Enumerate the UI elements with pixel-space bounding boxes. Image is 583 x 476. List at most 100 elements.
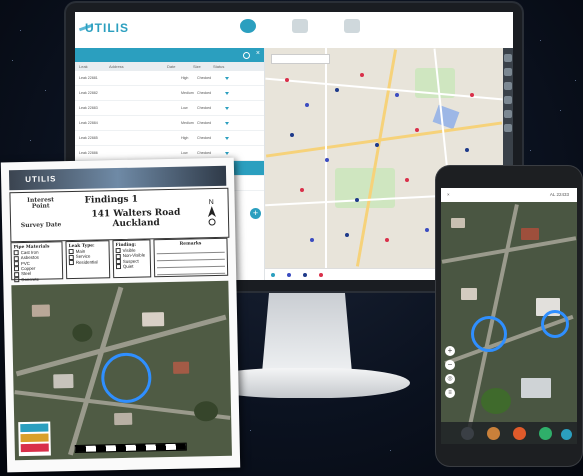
checklist-item: Quiet — [115, 263, 148, 270]
tab-settings[interactable] — [329, 16, 375, 46]
leak-size: Low — [181, 151, 188, 155]
print-icon[interactable] — [504, 110, 512, 118]
edit-icon[interactable] — [513, 427, 526, 440]
map-marker[interactable] — [335, 88, 339, 92]
add-button[interactable]: + — [250, 208, 261, 219]
locate-icon[interactable]: ◎ — [445, 374, 455, 384]
draw-icon[interactable] — [504, 96, 512, 104]
table-row[interactable]: Leak 22885 High Checked — [75, 131, 264, 146]
chevron-down-icon[interactable] — [225, 76, 229, 80]
zoom-in-button[interactable]: + — [445, 346, 455, 356]
table-row[interactable]: Leak 22881 High Checked — [75, 71, 264, 86]
layers-icon[interactable]: ≡ — [445, 388, 455, 398]
col-date[interactable]: Date — [163, 62, 189, 71]
map-marker[interactable] — [360, 73, 364, 77]
leak-status: Checked — [197, 76, 212, 80]
app-logo[interactable]: UTILIS — [85, 21, 129, 35]
hand-tool-icon[interactable] — [504, 54, 512, 62]
survey-date: Survey Date — [20, 221, 62, 230]
table-row[interactable]: Leak 22882 Medium Checked — [75, 86, 264, 101]
leak-size: Medium — [181, 121, 194, 125]
leak-status: Checked — [197, 91, 212, 95]
map-marker[interactable] — [345, 233, 349, 237]
settings-icon — [344, 19, 360, 33]
map-marker[interactable] — [325, 158, 329, 162]
tab-reports[interactable] — [277, 16, 323, 46]
top-tabs — [225, 16, 375, 46]
map-marker[interactable] — [290, 133, 294, 137]
leak-type-list: Leak Type: Main Service Residential — [65, 240, 111, 280]
chevron-down-icon[interactable] — [225, 91, 229, 95]
leak-id: Leak 22884 — [79, 121, 98, 125]
leak-location-circle — [100, 352, 152, 404]
col-size[interactable]: Size — [189, 62, 209, 71]
phone-top-bar: × AL 22433 — [441, 188, 577, 202]
map-marker[interactable] — [425, 228, 429, 232]
chevron-down-icon[interactable] — [225, 151, 229, 155]
chevron-down-icon[interactable] — [225, 136, 229, 140]
leak-status: Checked — [197, 151, 212, 155]
info-icon[interactable] — [561, 429, 572, 440]
map-marker[interactable] — [355, 198, 359, 202]
map-marker[interactable] — [310, 238, 314, 242]
sheet-aerial-map — [11, 280, 232, 461]
close-icon[interactable]: × — [447, 188, 450, 202]
map-marker[interactable] — [375, 143, 379, 147]
export-icon[interactable] — [504, 124, 512, 132]
chevron-down-icon[interactable] — [225, 121, 229, 125]
finding-address: 141 Walters Road Auckland — [91, 207, 181, 230]
mobile-phone: × AL 22433 + − ◎ ≡ — [436, 166, 582, 466]
table-row[interactable]: Leak 22883 Low Checked — [75, 101, 264, 116]
map-marker[interactable] — [385, 238, 389, 242]
grid-icon[interactable] — [461, 427, 474, 440]
tool-icon[interactable] — [487, 427, 500, 440]
phone-bottom-bar — [441, 422, 577, 444]
leak-id: Leak 22881 — [79, 76, 98, 80]
map-marker[interactable] — [395, 93, 399, 97]
leak-location-circle[interactable] — [541, 310, 569, 338]
leak-size: High — [181, 76, 189, 80]
checkbox-icon — [115, 264, 122, 270]
leak-location-circle[interactable] — [471, 316, 507, 352]
col-address[interactable]: Address — [105, 62, 163, 71]
close-icon[interactable]: × — [256, 50, 260, 58]
map-pin-icon — [240, 19, 256, 33]
sheet-header: Interest Point Survey Date Findings 1 14… — [9, 187, 230, 243]
map-marker[interactable] — [285, 78, 289, 82]
check-icon[interactable] — [539, 427, 552, 440]
interest-point: Interest Point — [27, 196, 55, 210]
layers-icon[interactable] — [504, 82, 512, 90]
chevron-down-icon[interactable] — [225, 106, 229, 110]
map-marker[interactable] — [300, 188, 304, 192]
leak-status: Checked — [197, 106, 212, 110]
monitor-stand-neck — [262, 291, 352, 373]
sheet-map-legend — [18, 421, 51, 457]
legend-swatch — [271, 272, 275, 277]
tab-map[interactable] — [225, 16, 271, 46]
map-marker[interactable] — [305, 103, 309, 107]
scale-bar — [74, 442, 187, 453]
map-marker[interactable] — [405, 178, 409, 182]
leak-status: Checked — [197, 121, 212, 125]
zoom-out-button[interactable]: − — [445, 360, 455, 370]
map-search-input[interactable] — [271, 54, 330, 64]
map-marker[interactable] — [470, 93, 474, 97]
col-leak[interactable]: Leak — [75, 62, 105, 71]
printed-findings-sheet: UTILIS Interest Point Survey Date Findin… — [0, 157, 241, 473]
leak-id: Leak 22886 — [79, 151, 98, 155]
finding-type-list: Finding: Visible Non-Visible Suspect Quiet — [112, 239, 152, 279]
phone-title: AL 22433 — [549, 192, 569, 197]
map-marker[interactable] — [465, 148, 469, 152]
map-marker[interactable] — [415, 128, 419, 132]
legend-swatch — [319, 272, 323, 277]
legend-swatch — [20, 423, 49, 433]
sheet-banner: UTILIS — [8, 165, 227, 191]
app-header: UTILIS — [75, 12, 513, 49]
checklist-item: Residential — [68, 259, 107, 266]
sheet-checklists: Pipe Materials Cast Iron Asbestos PVC Coppe… — [10, 237, 229, 283]
col-status[interactable]: Status — [209, 62, 235, 71]
leak-id: Leak 22885 — [79, 136, 98, 140]
search-icon[interactable] — [243, 52, 250, 59]
measure-tool-icon[interactable] — [504, 68, 512, 76]
table-row[interactable]: Leak 22884 Medium Checked — [75, 116, 264, 131]
